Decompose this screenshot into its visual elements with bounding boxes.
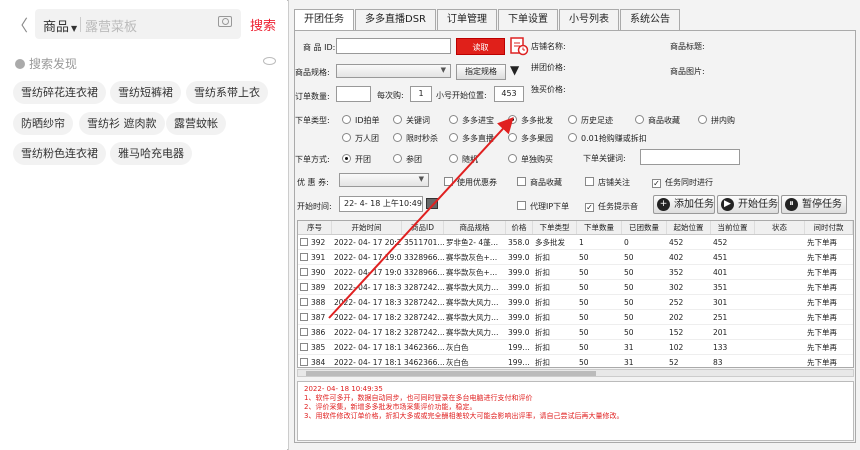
discover-chip[interactable]: 露营蚊帐 (166, 112, 226, 135)
search-divider (80, 17, 81, 32)
discover-chip[interactable]: 雪纺短裤裙 (110, 81, 181, 104)
annotation-arrow (328, 117, 514, 319)
mobile-search-panel: 〈 商品 ▼ 露营菜板 搜索 搜索发现 雪纺碎花连衣裙 雪纺短裤裙 雪纺系带上衣 … (0, 0, 287, 450)
search-category-label: 商品 (43, 20, 70, 35)
search-category-select[interactable]: 商品 ▼ (43, 16, 77, 35)
discover-chip[interactable]: 雪纺碎花连衣裙 (13, 81, 106, 104)
search-input[interactable]: 露营菜板 (85, 16, 137, 35)
order-app-window: 开团任务 多多直播DSR 订单管理 下单设置 小号列表 系统公告 商 品 ID:… (288, 0, 860, 450)
gear-icon (15, 59, 25, 69)
discover-title: 搜索发现 (29, 57, 78, 71)
discover-chip[interactable]: 雪纺衫 遮肉款 (79, 112, 165, 135)
discover-chip[interactable]: 防晒纱帘 (13, 112, 73, 135)
back-arrow-icon[interactable]: 〈 (12, 12, 28, 36)
discover-chip[interactable]: 雪纺系带上衣 (186, 81, 268, 104)
search-button[interactable]: 搜索 (250, 15, 276, 34)
discover-chip[interactable]: 雪纺粉色连衣裙 (13, 142, 106, 165)
chevron-down-icon: ▼ (71, 24, 78, 33)
discover-heading: 搜索发现 (15, 55, 77, 72)
camera-icon[interactable] (218, 16, 232, 27)
discover-chip[interactable]: 雅马哈充电器 (110, 142, 192, 165)
eye-icon[interactable] (263, 57, 276, 65)
